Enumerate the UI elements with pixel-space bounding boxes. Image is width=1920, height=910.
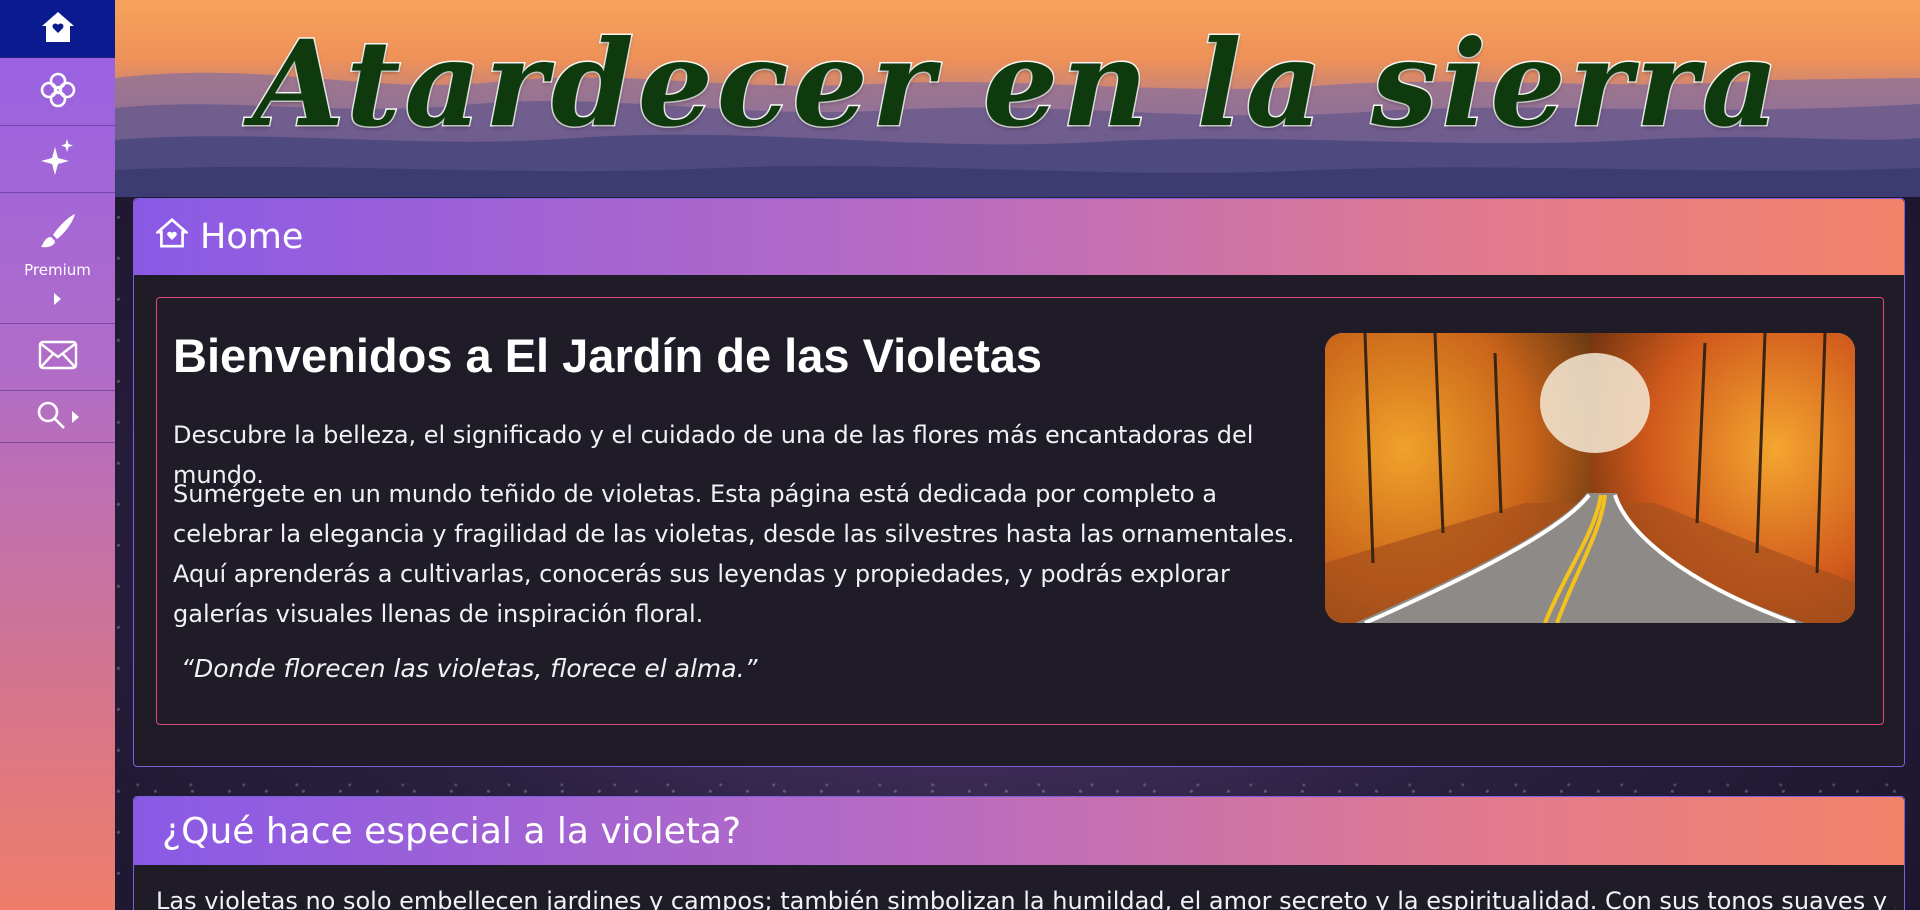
sidebar-item-premium[interactable]: Premium (0, 193, 115, 324)
flower-icon (38, 70, 78, 114)
home-panel-heading: Home (200, 217, 304, 257)
sidebar-item-sparkles[interactable] (0, 126, 115, 193)
home-icon (154, 217, 190, 257)
caret-right-icon[interactable] (54, 293, 61, 305)
special-panel-heading: ¿Qué hace especial a la violeta? (162, 810, 742, 852)
home-panel-header: Home (134, 199, 1904, 275)
special-panel-header: ¿Qué hace especial a la violeta? (134, 797, 1904, 865)
sidebar-item-home[interactable] (0, 0, 115, 58)
sidebar: Premium (0, 0, 115, 910)
sidebar-premium-label: Premium (24, 261, 91, 279)
search-icon (36, 400, 66, 434)
sparkles-icon (40, 137, 76, 181)
sidebar-item-contact[interactable] (0, 324, 115, 391)
autumn-road-image (1325, 333, 1855, 623)
paintbrush-icon (38, 211, 78, 255)
special-panel-text: Las violetas no solo embellecen jardines… (156, 887, 1896, 910)
welcome-card: Bienvenidos a El Jardín de las Violetas … (156, 297, 1884, 725)
header-banner: Atardecer en la sierra (115, 0, 1920, 197)
quote: “Donde florecen las violetas, florece el… (181, 654, 758, 683)
welcome-title: Bienvenidos a El Jardín de las Violetas (173, 329, 1042, 382)
home-icon (40, 10, 76, 48)
home-panel: Home Bienvenidos a El Jardín de las Viol… (133, 198, 1905, 767)
sidebar-item-flower[interactable] (0, 58, 115, 126)
body-paragraph: Sumérgete en un mundo teñido de violetas… (173, 480, 1295, 628)
special-panel: ¿Qué hace especial a la violeta? Las vio… (133, 796, 1905, 910)
caret-right-icon[interactable] (72, 410, 79, 423)
banner-title: Atardecer en la sierra (251, 13, 1783, 155)
sidebar-item-search[interactable] (0, 391, 115, 443)
envelope-icon (38, 340, 78, 374)
